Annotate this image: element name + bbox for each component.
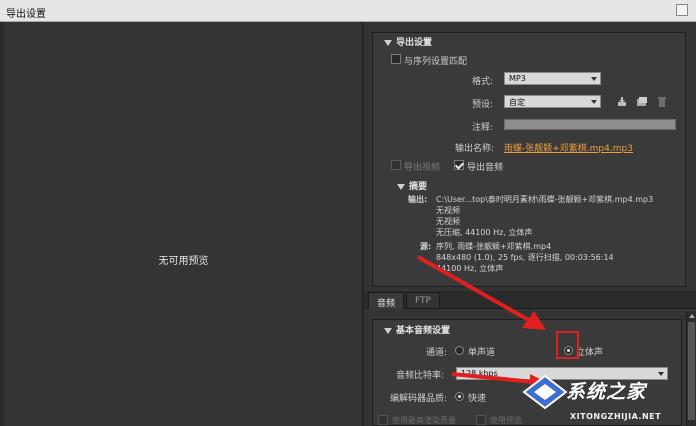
tab-audio[interactable]: 音频 xyxy=(368,292,405,309)
tab-ftp[interactable]: FTP xyxy=(406,292,440,309)
preset-select[interactable]: 自定 xyxy=(504,95,601,108)
summary-source-label: 源: xyxy=(420,242,432,251)
export-audio-checkbox[interactable] xyxy=(454,160,464,170)
export-settings-header[interactable]: 导出设置 xyxy=(384,35,432,48)
export-video-checkbox[interactable] xyxy=(391,160,401,170)
close-button[interactable] xyxy=(676,4,688,16)
match-sequence-label: 与序列设置匹配 xyxy=(404,57,468,67)
export-settings-title: 导出设置 xyxy=(396,38,433,48)
max-render-quality-checkbox[interactable] xyxy=(378,415,388,425)
summary-output-line-3: 无视频 xyxy=(436,217,460,226)
bitrate-value: 128 kbps xyxy=(461,369,498,378)
max-render-quality-label: 使用最高渲染质量 xyxy=(392,416,456,425)
summary-source-line-3: 44100 Hz, 立体声 xyxy=(436,264,504,273)
summary-output-line-1: C:\User...top\泰时明月素材\雨蝶-张靓颖+邓紫棋.mp4.mp3 xyxy=(436,195,654,204)
watermark: 系统之家 XITONGZHIJIA.NET xyxy=(514,370,696,426)
match-sequence-checkbox[interactable] xyxy=(391,54,401,64)
watermark-url: XITONGZHIJIA.NET xyxy=(570,412,662,421)
format-value: MP3 xyxy=(509,74,526,83)
summary-output-label: 输出: xyxy=(408,195,428,204)
window-titlebar: 导出设置 xyxy=(0,0,696,22)
comment-label: 注释: xyxy=(472,123,494,133)
summary-header[interactable]: 摘要 xyxy=(397,179,427,192)
delete-preset-icon[interactable] xyxy=(656,96,668,107)
annotation-highlight-box xyxy=(556,331,579,359)
settings-pane: 导出设置 与序列设置匹配 格式: MP3 预设: 自定 注释: 输出名称: 雨蝶… xyxy=(364,22,696,426)
collapse-triangle-icon[interactable] xyxy=(384,327,392,334)
export-audio-label: 导出音频 xyxy=(467,163,504,173)
comment-input[interactable] xyxy=(504,119,676,130)
summary-source-line-2: 848x480 (1.0), 25 fps, 逐行扫描, 00:03:56:14 xyxy=(436,253,614,262)
mono-label: 单声道 xyxy=(468,348,496,358)
chevron-down-icon xyxy=(591,100,597,104)
output-name-label: 输出名称: xyxy=(455,144,495,154)
collapse-triangle-icon[interactable] xyxy=(397,183,405,190)
summary-output-line-2: 无视频 xyxy=(436,206,460,215)
mono-radio[interactable] xyxy=(455,346,464,355)
import-preset-icon[interactable] xyxy=(636,96,648,107)
audio-settings-header[interactable]: 基本音频设置 xyxy=(384,323,450,336)
quality-fast-radio[interactable] xyxy=(455,392,464,401)
tab-bar: 音频 FTP xyxy=(364,291,696,309)
watermark-text: 系统之家 xyxy=(566,381,647,403)
watermark-logo-icon xyxy=(522,374,568,410)
preview-pane: 无可用预览 xyxy=(4,22,363,426)
bitrate-label: 音频比特率: xyxy=(396,371,445,381)
use-preview-checkbox[interactable] xyxy=(476,415,486,425)
chevron-down-icon xyxy=(591,77,597,81)
export-video-label: 导出视频 xyxy=(404,163,441,173)
quality-label: 编解码器品质: xyxy=(390,394,448,404)
audio-settings-title: 基本音频设置 xyxy=(396,326,451,336)
preset-value: 自定 xyxy=(509,98,525,107)
stereo-label: 立体声 xyxy=(576,348,604,358)
save-preset-icon[interactable] xyxy=(616,96,628,107)
quality-fast-label: 快速 xyxy=(468,394,487,404)
preset-label: 预设: xyxy=(472,100,494,110)
output-name-link[interactable]: 雨蝶-张靓颖+邓紫棋.mp4.mp3 xyxy=(504,141,633,154)
window-title: 导出设置 xyxy=(6,9,46,20)
scroll-up-icon[interactable] xyxy=(689,314,695,318)
no-preview-message: 无可用预览 xyxy=(158,256,209,267)
collapse-triangle-icon[interactable] xyxy=(384,39,392,46)
channel-label: 通道: xyxy=(426,348,448,358)
format-select[interactable]: MP3 xyxy=(504,72,601,85)
summary-output-line-4: 无压缩, 44100 Hz, 立体声 xyxy=(436,228,533,237)
summary-title: 摘要 xyxy=(409,182,428,192)
format-label: 格式: xyxy=(472,77,494,87)
summary-source-line-1: 序列, 雨蝶-张靓颖+邓紫棋.mp4 xyxy=(436,242,552,251)
